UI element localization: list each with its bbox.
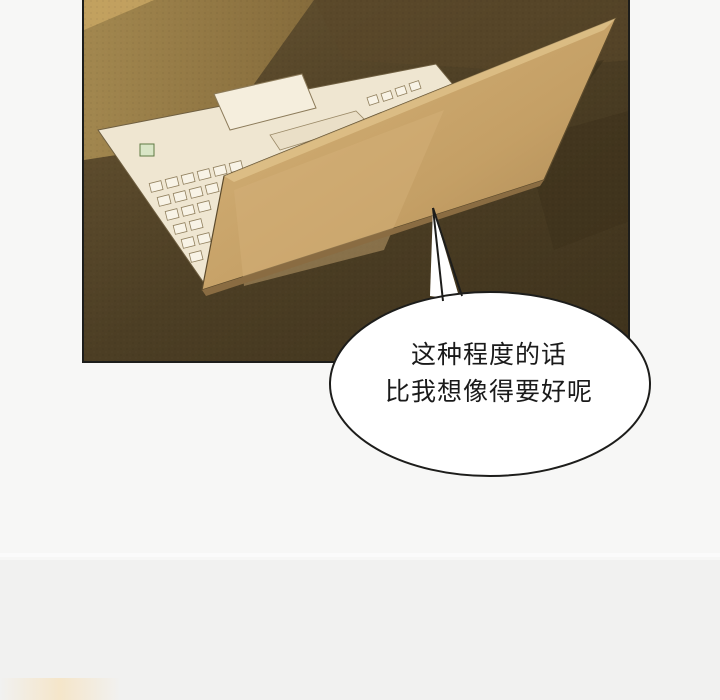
- speech-line-1: 这种程度的话: [410, 340, 567, 369]
- sticker-icon: [139, 143, 155, 157]
- comic-page: 这种程度的话 比我想像得要好呢: [0, 0, 720, 700]
- panel-gutter: [0, 553, 720, 557]
- speech-bubble: 这种程度的话 比我想像得要好呢: [360, 336, 618, 410]
- color-smudge: [0, 678, 120, 700]
- laptop-scene-illustration: [84, 0, 628, 361]
- laptop-panel: [82, 0, 630, 363]
- speech-line-2: 比我想像得要好呢: [384, 377, 593, 406]
